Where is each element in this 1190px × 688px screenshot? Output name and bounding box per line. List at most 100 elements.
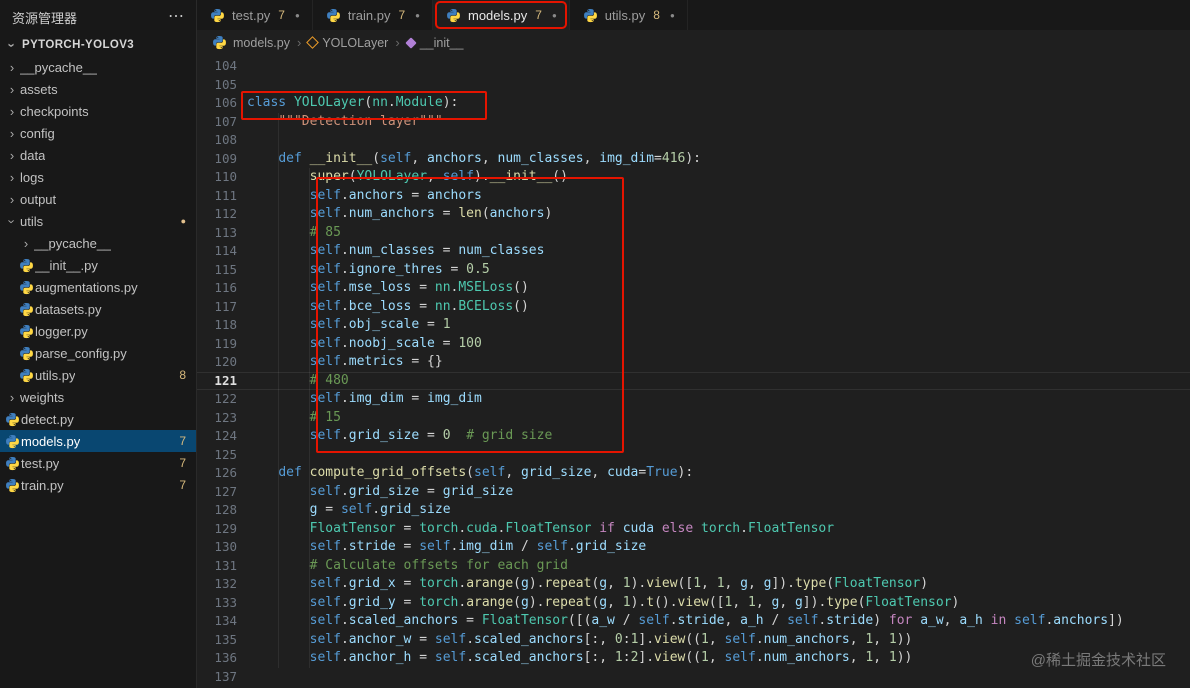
code-line-137[interactable]: 137 [197,668,1190,687]
breadcrumb-item-__init__[interactable]: __init__ [405,36,463,50]
breadcrumb-item-YOLOLayer[interactable]: YOLOLayer [306,35,389,50]
code-line-115[interactable]: 115 self.ignore_thres = 0.5 [197,261,1190,280]
breadcrumb-item-models.py[interactable]: models.py [211,35,290,50]
tree-file-augmentations.py[interactable]: augmentations.py [0,276,196,298]
python-file-icon [4,434,21,449]
tree-item-label: __pycache__ [34,235,112,251]
code-line-129[interactable]: 129 FloatTensor = torch.cuda.FloatTensor… [197,520,1190,539]
code-line-109[interactable]: 109 def __init__(self, anchors, num_clas… [197,150,1190,169]
code-line-133[interactable]: 133 self.grid_y = torch.arange(g).repeat… [197,594,1190,613]
tab-utils.py[interactable]: utils.py 8 ● [569,0,688,30]
line-number: 105 [214,76,237,92]
code-line-128[interactable]: 128 g = self.grid_size [197,501,1190,520]
code-line-112[interactable]: 112 self.num_anchors = len(anchors) [197,205,1190,224]
breadcrumb-label: models.py [233,35,290,50]
breadcrumb-label: YOLOLayer [322,35,389,50]
line-content: self.anchor_h = self.scaled_anchors[:, 1… [309,650,913,665]
tab-test.py[interactable]: test.py 7 ● [197,0,313,30]
code-line-106[interactable]: 106 class YOLOLayer(nn.Module): [197,94,1190,113]
tree-item-label: augmentations.py [35,279,138,295]
python-file-icon [211,35,228,50]
tree-file-logger.py[interactable]: logger.py [0,320,196,342]
tree-folder-weights[interactable]: › weights [0,386,196,408]
code-line-131[interactable]: 131 # Calculate offsets for each grid [197,557,1190,576]
code-line-124[interactable]: 124 self.grid_size = 0 # grid size [197,427,1190,446]
tab-bar: test.py 7 ● train.py 7 ● models.py 7 ● utils.py 8 ● [197,0,1190,30]
line-number: 109 [214,150,237,166]
code-line-105[interactable]: 105 [197,76,1190,95]
code-line-118[interactable]: 118 self.obj_scale = 1 [197,316,1190,335]
code-line-117[interactable]: 117 self.bce_loss = nn.BCELoss() [197,298,1190,317]
chevron-right-icon: › [23,235,29,251]
code-line-114[interactable]: 114 self.num_classes = num_classes [197,242,1190,261]
problems-badge: 7 [179,456,186,470]
line-number: 111 [214,187,237,203]
code-line-130[interactable]: 130 self.stride = self.img_dim / self.gr… [197,538,1190,557]
code-line-134[interactable]: 134 self.scaled_anchors = FloatTensor([(… [197,612,1190,631]
tree-file-train.py[interactable]: train.py 7 [0,474,196,496]
tree-file-datasets.py[interactable]: datasets.py [0,298,196,320]
line-content [237,446,247,465]
python-file-icon [18,346,35,361]
code-line-119[interactable]: 119 self.noobj_scale = 100 [197,335,1190,354]
tree-file-detect.py[interactable]: detect.py [0,408,196,430]
tree-item-label: __pycache__ [20,59,98,75]
tree-file-utils.py[interactable]: utils.py 8 [0,364,196,386]
tree-item-label: logger.py [35,323,88,339]
line-number: 125 [214,446,237,462]
code-line-136[interactable]: 136 self.anchor_h = self.scaled_anchors[… [197,649,1190,668]
code-line-116[interactable]: 116 self.mse_loss = nn.MSELoss() [197,279,1190,298]
explorer-sidebar: 资源管理器 ⋯ › PYTORCH-YOLOV3 › __pycache__ › as… [0,0,197,688]
tab-label: test.py [232,7,271,23]
code-line-120[interactable]: 120 self.metrics = {} [197,353,1190,372]
code-line-123[interactable]: 123 # 15 [197,409,1190,428]
explorer-title: 资源管理器 [12,10,78,26]
tree-folder-__pycache__[interactable]: › __pycache__ [0,56,196,78]
breadcrumb: models.py › YOLOLayer › __init__ [197,30,1190,55]
code-editor[interactable]: 104 105 106 class YOLOLayer(nn.Module): 107 … [197,55,1190,688]
line-content: self.obj_scale = 1 [309,317,451,332]
tree-file-test.py[interactable]: test.py 7 [0,452,196,474]
tree-file-__init__.py[interactable]: __init__.py [0,254,196,276]
code-line-113[interactable]: 113 # 85 [197,224,1190,243]
tree-folder-config[interactable]: › config [0,122,196,144]
more-actions-icon[interactable]: ⋯ [168,9,184,25]
code-line-111[interactable]: 111 self.anchors = anchors [197,187,1190,206]
line-content: # 15 [309,409,341,425]
code-line-127[interactable]: 127 self.grid_size = grid_size [197,483,1190,502]
tree-folder-data[interactable]: › data [0,144,196,166]
line-content: self.grid_size = 0 # grid size [309,428,553,443]
line-content: self.grid_size = grid_size [309,483,514,499]
code-line-107[interactable]: 107 """Detection layer""" [197,113,1190,132]
modified-dot-icon: ● [551,10,557,20]
tree-folder-checkpoints[interactable]: › checkpoints [0,100,196,122]
tree-item-label: detect.py [21,411,74,427]
tab-train.py[interactable]: train.py 7 ● [312,0,433,30]
file-tree: › __pycache__ › assets › checkpoints › config › d… [0,56,196,688]
code-line-126[interactable]: 126 def compute_grid_offsets(self, grid_… [197,464,1190,483]
line-content: self.mse_loss = nn.MSELoss() [309,280,529,295]
line-content: self.ignore_thres = 0.5 [309,261,490,277]
line-content: # Calculate offsets for each grid [309,557,568,573]
code-line-104[interactable]: 104 [197,57,1190,76]
tree-folder-__pycache__[interactable]: › __pycache__ [0,232,196,254]
problems-badge: 7 [535,8,542,22]
code-line-132[interactable]: 132 self.grid_x = torch.arange(g).repeat… [197,575,1190,594]
tree-folder-assets[interactable]: › assets [0,78,196,100]
code-line-135[interactable]: 135 self.anchor_w = self.scaled_anchors[… [197,631,1190,650]
code-line-108[interactable]: 108 [197,131,1190,150]
line-number: 104 [214,58,237,73]
tree-folder-utils[interactable]: › utils ● [0,210,196,232]
tree-folder-output[interactable]: › output [0,188,196,210]
python-file-icon [445,8,462,23]
code-line-122[interactable]: 122 self.img_dim = img_dim [197,390,1190,409]
code-line-110[interactable]: 110 super(YOLOLayer, self).__init__() [197,168,1190,187]
code-lines: 104 105 106 class YOLOLayer(nn.Module): 107 … [197,55,1190,686]
tab-models.py[interactable]: models.py 7 ● [433,0,570,30]
tree-folder-logs[interactable]: › logs [0,166,196,188]
code-line-125[interactable]: 125 [197,446,1190,465]
project-root-row[interactable]: › PYTORCH-YOLOV3 [0,34,196,56]
tree-file-parse_config.py[interactable]: parse_config.py [0,342,196,364]
tree-file-models.py[interactable]: models.py 7 [0,430,196,452]
code-line-121[interactable]: 121 # 480 [197,372,1190,391]
